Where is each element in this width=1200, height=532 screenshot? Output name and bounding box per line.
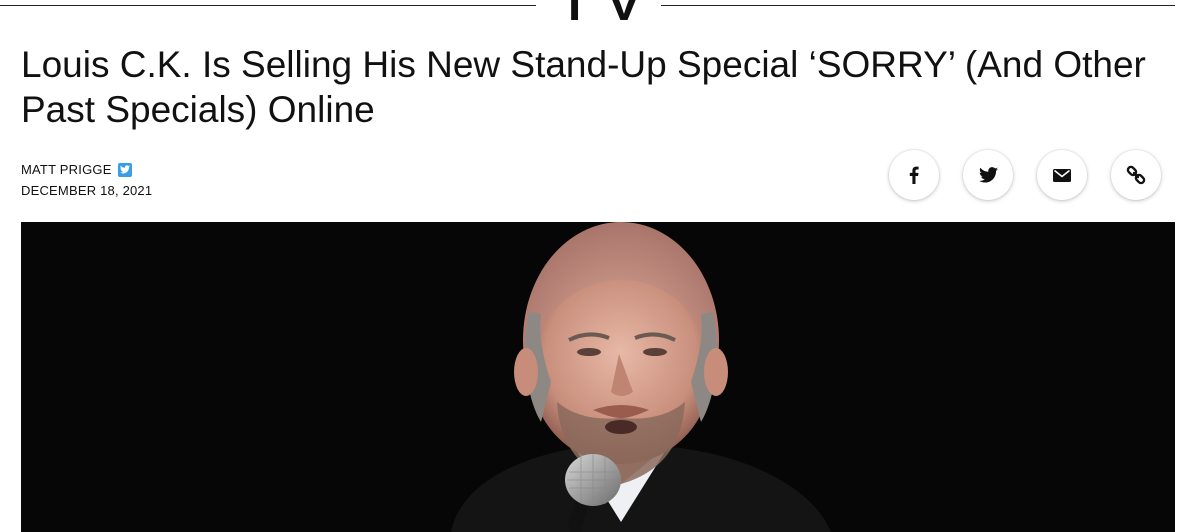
link-icon	[1126, 165, 1146, 185]
byline: MATT PRIGGE DECEMBER 18, 2021	[21, 161, 152, 198]
facebook-icon	[909, 166, 919, 184]
hero-image	[21, 222, 1175, 532]
share-bar	[889, 150, 1161, 200]
section-rule-left	[0, 5, 536, 6]
share-facebook-button[interactable]	[889, 150, 939, 200]
section-header: TV	[0, 0, 1200, 32]
share-link-button[interactable]	[1111, 150, 1161, 200]
share-email-button[interactable]	[1037, 150, 1087, 200]
section-label[interactable]: TV	[552, 0, 649, 32]
author-link[interactable]: MATT PRIGGE	[21, 162, 112, 177]
email-icon	[1053, 168, 1071, 182]
share-twitter-button[interactable]	[963, 150, 1013, 200]
twitter-icon[interactable]	[117, 162, 132, 177]
publish-date: DECEMBER 18, 2021	[21, 183, 153, 198]
section-rule-right	[661, 5, 1175, 6]
article-headline: Louis C.K. Is Selling His New Stand-Up S…	[21, 44, 1146, 130]
hero-photo-illustration	[21, 222, 1175, 532]
twitter-icon	[978, 167, 998, 183]
author-row: MATT PRIGGE	[21, 161, 152, 178]
